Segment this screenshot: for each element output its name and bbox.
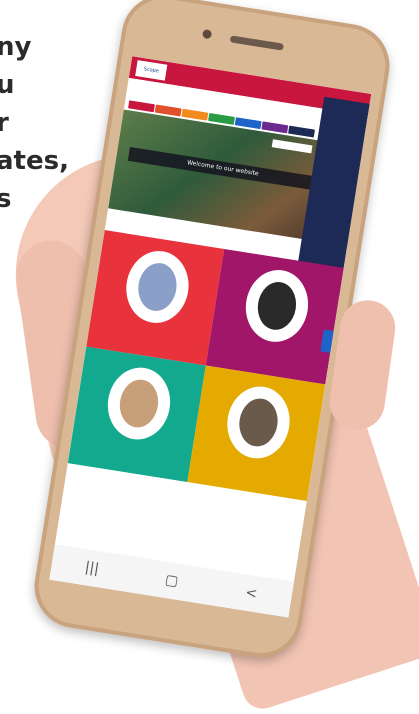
- tile-image: [240, 265, 313, 347]
- tile-2[interactable]: [205, 248, 344, 385]
- tile-image-content: [134, 260, 180, 314]
- camera-icon: [201, 28, 213, 40]
- site-logo[interactable]: Scope: [135, 60, 168, 81]
- tile-image-content: [115, 376, 161, 431]
- tile-image: [221, 381, 295, 463]
- search-input[interactable]: [271, 139, 313, 154]
- bg-line-3: r: [0, 108, 9, 138]
- home-button[interactable]: ▢: [151, 570, 193, 592]
- tile-image: [102, 363, 175, 444]
- tile-4[interactable]: [187, 365, 326, 501]
- hero-banner: Welcome to our website: [127, 146, 318, 191]
- android-nav-bar: ||| ▢ <: [49, 544, 294, 618]
- tile-3[interactable]: [67, 346, 206, 483]
- bg-line-1: ny: [0, 32, 32, 62]
- speaker-grille: [229, 35, 285, 51]
- tile-grid: [67, 230, 344, 501]
- tile-image-content: [253, 279, 299, 333]
- tile-1[interactable]: [86, 230, 225, 366]
- back-button[interactable]: <: [230, 582, 272, 604]
- tile-image: [120, 246, 194, 328]
- recent-apps-button[interactable]: |||: [71, 557, 113, 579]
- tile-image-content: [235, 395, 281, 450]
- feedback-tab[interactable]: [320, 329, 334, 353]
- bg-line-2: u: [0, 70, 15, 100]
- bg-line-4: ates,: [0, 146, 69, 176]
